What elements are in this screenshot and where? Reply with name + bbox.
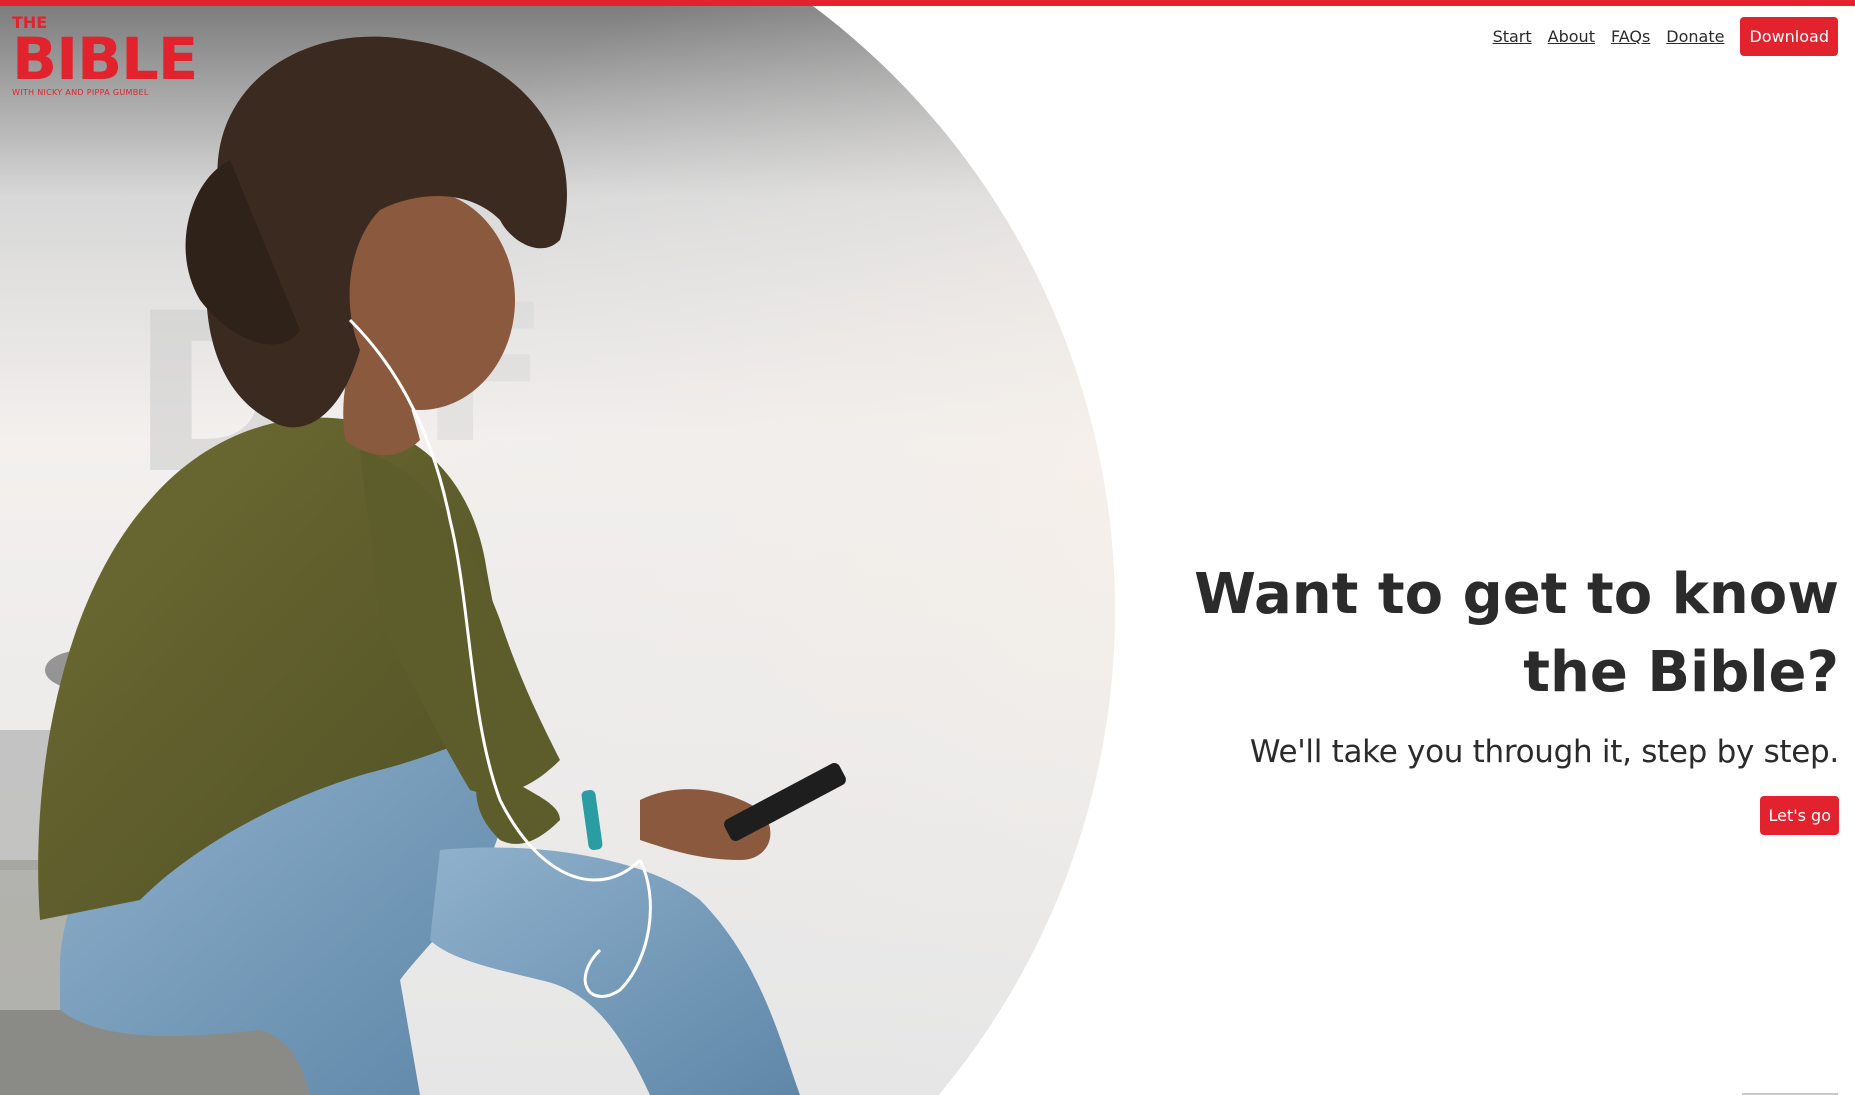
logo-main-text: BIBLE	[12, 25, 198, 93]
page: D F	[0, 0, 1855, 1095]
nav-start-link[interactable]: Start	[1493, 27, 1532, 46]
main-nav: Start About FAQs Donate Download	[1477, 17, 1838, 56]
top-accent-bar	[0, 0, 784, 6]
woman-with-phone-photo-icon: D F	[0, 0, 1115, 1095]
lets-go-button[interactable]: Let's go	[1760, 796, 1839, 835]
hero-content: Want to get to know the Bible? We'll tak…	[1079, 556, 1839, 835]
hero-title: Want to get to know the Bible?	[1079, 556, 1839, 712]
nav-about-link[interactable]: About	[1548, 27, 1595, 46]
nav-faqs-link[interactable]: FAQs	[1611, 27, 1650, 46]
hero-subtitle: We'll take you through it, step by step.	[1249, 734, 1839, 770]
nav-donate-link[interactable]: Donate	[1666, 27, 1724, 46]
top-accent-bar-right	[784, 0, 1855, 6]
site-logo[interactable]: THE BIBLE WITH NICKY AND PIPPA GUMBEL	[12, 14, 198, 98]
hero-title-line1: Want to get to know	[1194, 562, 1839, 627]
hero-title-line2: the Bible?	[1523, 640, 1839, 705]
hero-image: D F	[0, 0, 1855, 1095]
download-button[interactable]: Download	[1740, 17, 1838, 56]
